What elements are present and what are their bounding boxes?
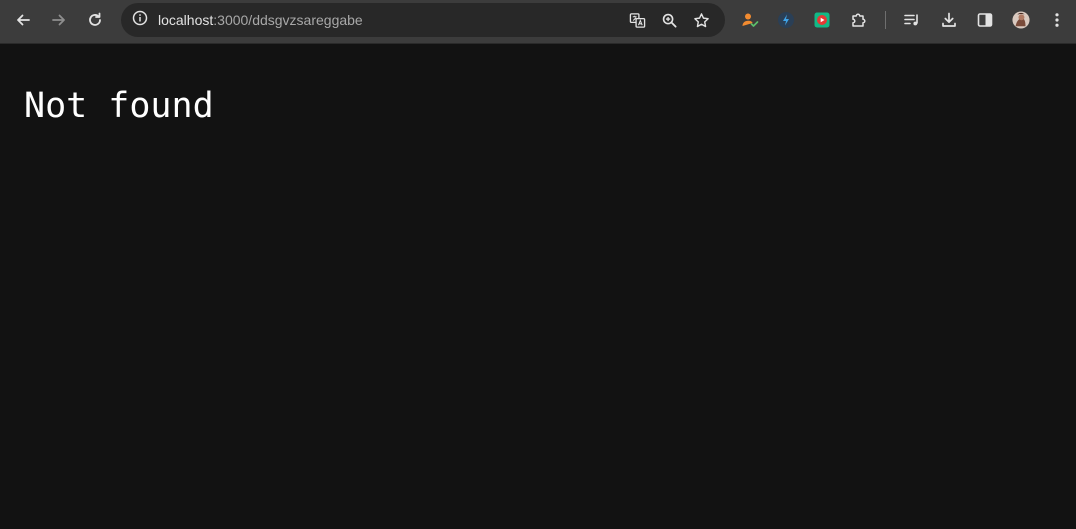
- address-bar[interactable]: localhost:3000/ddsgvzsareggabe: [121, 3, 725, 37]
- bookmark-button[interactable]: [688, 7, 714, 33]
- toolbar-divider: [885, 11, 886, 29]
- puzzle-icon: [850, 11, 868, 29]
- kebab-menu-icon: [1048, 11, 1066, 29]
- arrow-left-icon: [14, 11, 32, 29]
- back-button[interactable]: [9, 6, 37, 34]
- extension-user-check-button[interactable]: [736, 6, 764, 34]
- menu-button[interactable]: [1043, 6, 1071, 34]
- side-panel-button[interactable]: [971, 6, 999, 34]
- forward-button[interactable]: [45, 6, 73, 34]
- side-panel-icon: [976, 11, 994, 29]
- reading-list-icon: [903, 11, 921, 29]
- browser-toolbar: localhost:3000/ddsgvzsareggabe: [0, 0, 1076, 44]
- page-title: Not found: [24, 86, 214, 126]
- arrow-right-icon: [50, 11, 68, 29]
- bolt-extension-icon: [777, 11, 795, 29]
- zoom-button[interactable]: [656, 7, 682, 33]
- extension-video-button[interactable]: [808, 6, 836, 34]
- page-content: Not found: [0, 44, 1076, 529]
- user-check-extension-icon: [741, 11, 759, 29]
- reading-list-button[interactable]: [898, 6, 926, 34]
- profile-button[interactable]: [1007, 6, 1035, 34]
- video-extension-icon: [813, 11, 831, 29]
- star-icon: [693, 12, 710, 29]
- translate-button[interactable]: [624, 7, 650, 33]
- download-icon: [940, 11, 958, 29]
- url-path: :3000/ddsgvzsareggabe: [213, 12, 363, 28]
- downloads-button[interactable]: [935, 6, 963, 34]
- reload-button[interactable]: [81, 6, 109, 34]
- reload-icon: [86, 11, 104, 29]
- info-icon: [132, 10, 148, 31]
- site-info-button[interactable]: [127, 7, 153, 33]
- avatar: [1012, 11, 1030, 29]
- zoom-icon: [661, 12, 678, 29]
- extension-bolt-button[interactable]: [772, 6, 800, 34]
- url-host: localhost: [158, 12, 214, 28]
- translate-icon: [629, 12, 646, 29]
- url-text[interactable]: localhost:3000/ddsgvzsareggabe: [158, 3, 363, 37]
- extensions-button[interactable]: [845, 6, 873, 34]
